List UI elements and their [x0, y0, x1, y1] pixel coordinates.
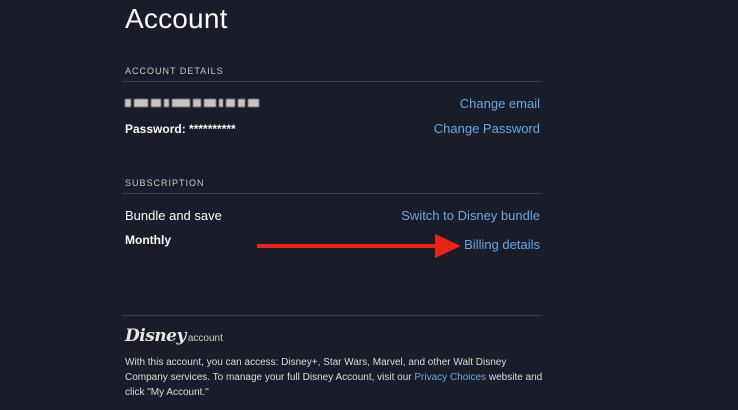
red-arrow-annotation — [257, 234, 461, 258]
arrow-shaft — [257, 244, 437, 248]
page-title: Account — [125, 3, 228, 34]
account-page: Account ACCOUNT DETAILS Change email Pas… — [0, 0, 738, 410]
change-email-link[interactable]: Change email — [460, 96, 540, 111]
password-label: Password: — [125, 122, 186, 136]
password-row: Password: ********** — [125, 122, 236, 136]
account-details-heading: ACCOUNT DETAILS — [125, 66, 224, 76]
logo-suffix: account — [187, 333, 223, 344]
plan-name: Bundle and save — [125, 208, 222, 223]
account-details-divider — [122, 81, 541, 82]
password-value: ********** — [189, 122, 236, 136]
disney-account-logo: Disney account — [125, 326, 223, 346]
privacy-choices-link[interactable]: Privacy Choices — [414, 372, 486, 383]
change-password-link[interactable]: Change Password — [434, 121, 540, 136]
billing-details-link[interactable]: Billing details — [464, 237, 540, 252]
billing-cycle: Monthly — [125, 233, 171, 247]
switch-bundle-link[interactable]: Switch to Disney bundle — [401, 208, 540, 223]
email-redacted — [125, 97, 277, 109]
subscription-divider — [122, 193, 541, 194]
subscription-heading: SUBSCRIPTION — [125, 178, 205, 188]
arrow-head — [435, 234, 461, 258]
footer-description: With this account, you can access: Disne… — [125, 355, 545, 400]
footer-divider — [122, 315, 541, 316]
logo-brand: Disney — [125, 326, 186, 346]
